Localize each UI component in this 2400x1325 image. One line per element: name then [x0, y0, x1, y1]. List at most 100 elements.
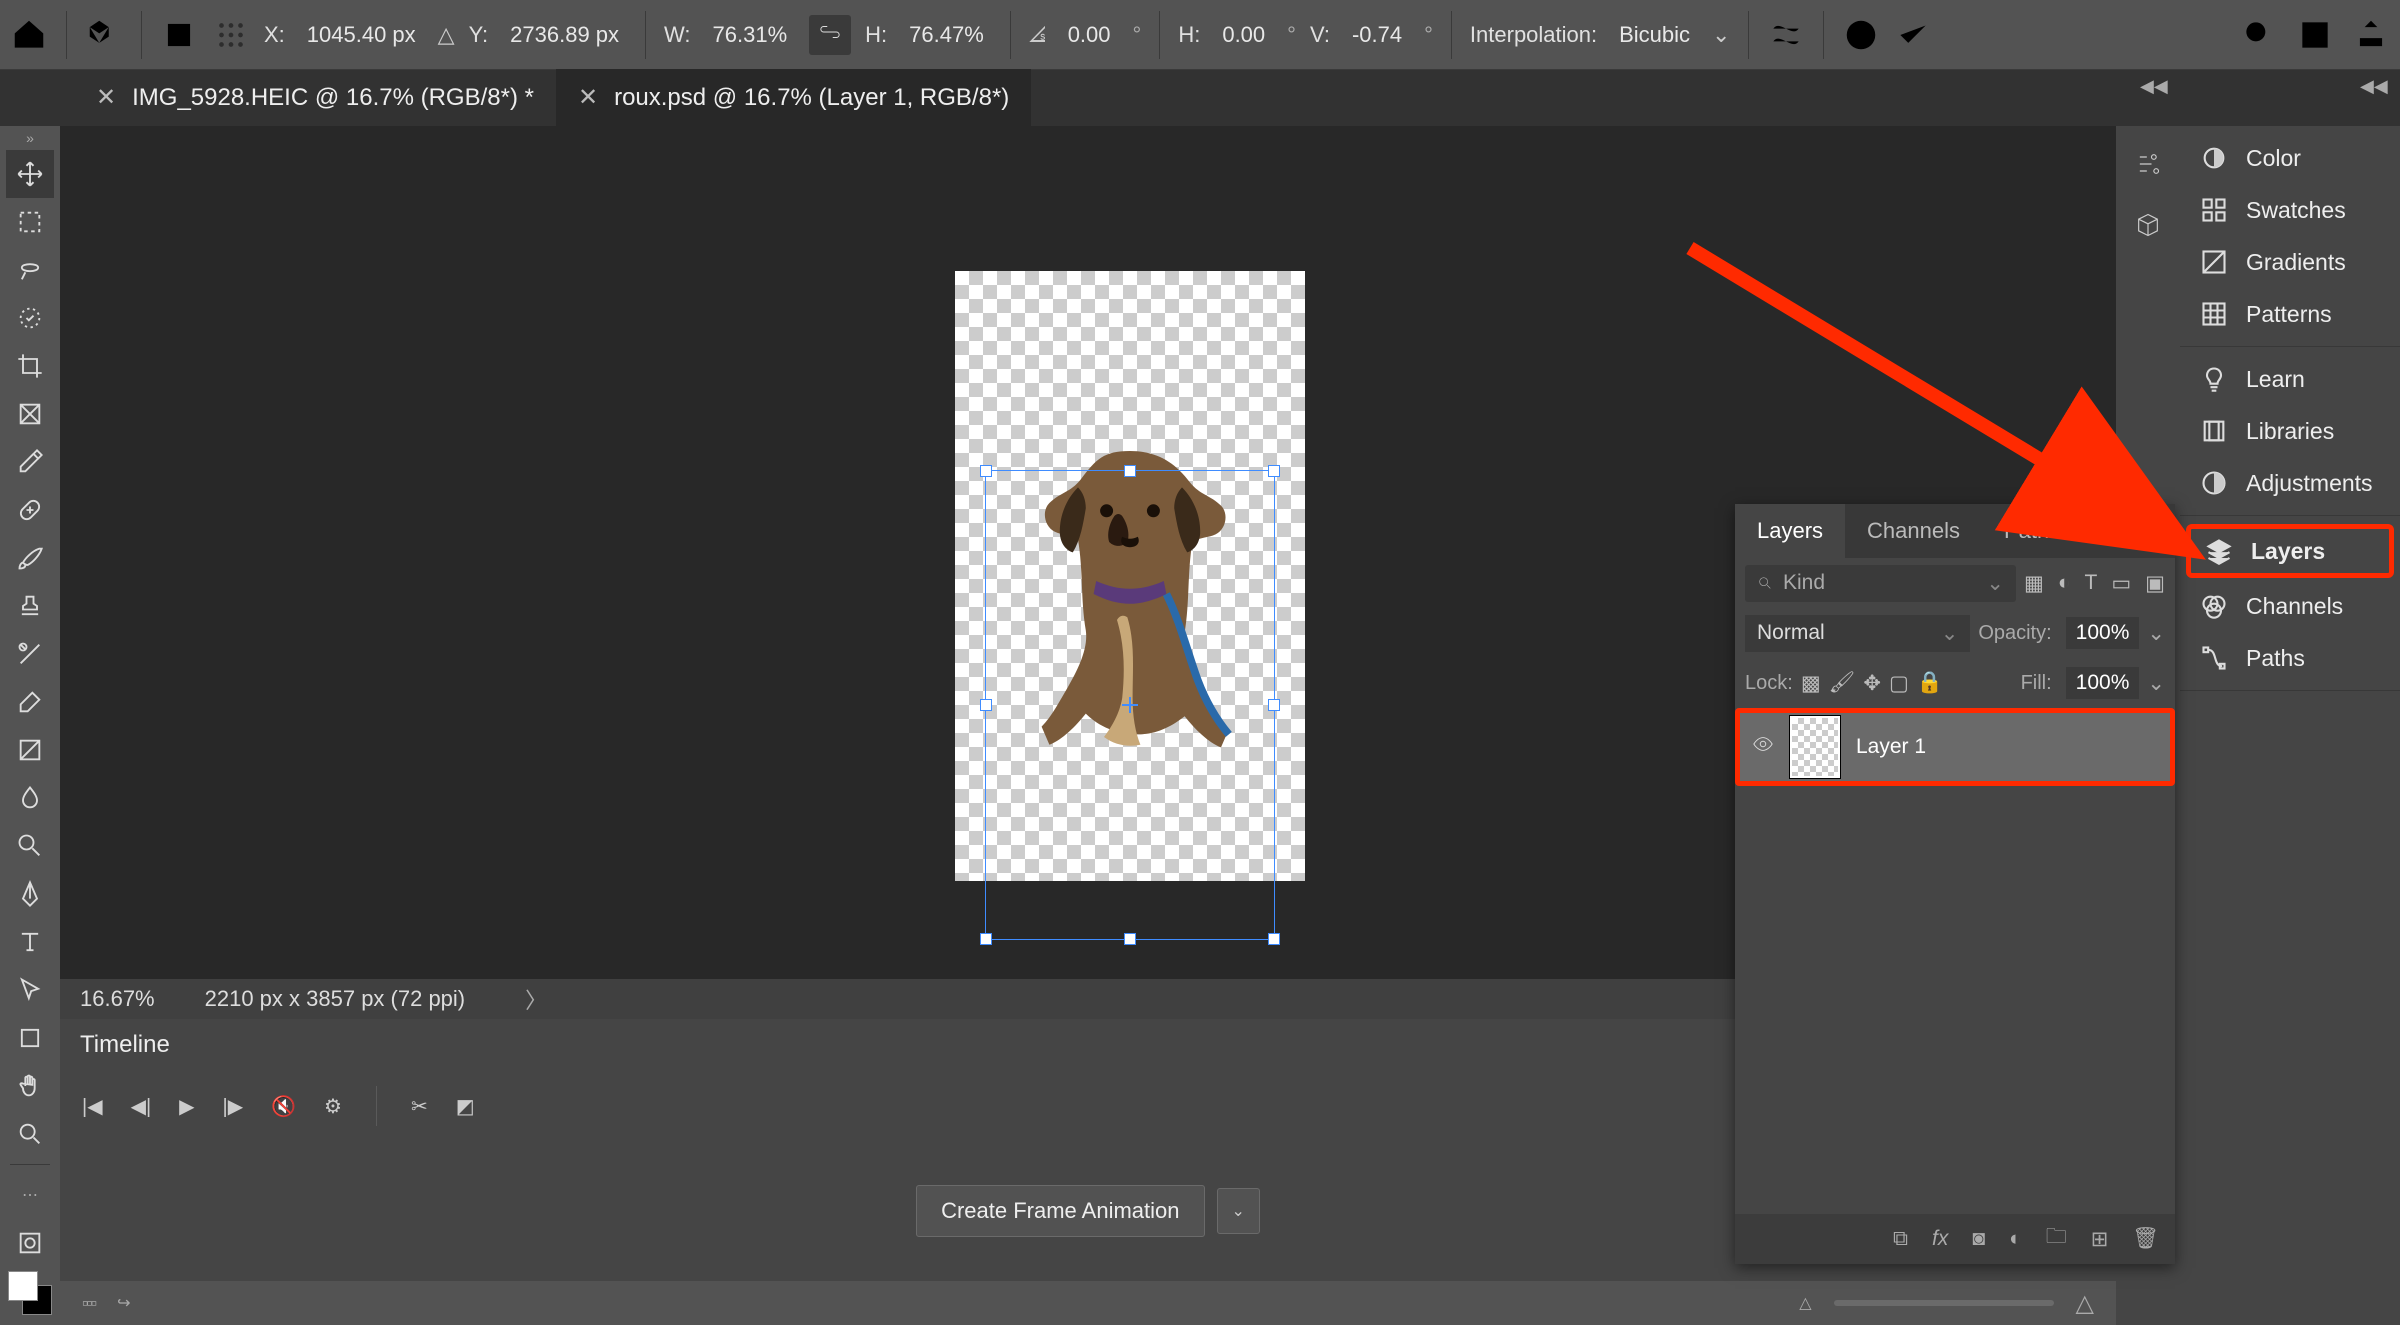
mountain-small-icon[interactable]: △ [1799, 1293, 1811, 1313]
convert-icon[interactable]: ↪ [117, 1293, 130, 1313]
layer-row[interactable]: Layer 1 [1735, 708, 2175, 786]
chevron-down-icon[interactable]: ⌄ [2147, 621, 2165, 646]
lock-transparency-icon[interactable]: ▩ [1801, 671, 1821, 696]
document-tab-2[interactable]: ✕ roux.psd @ 16.7% (Layer 1, RGB/8*) [556, 69, 1031, 126]
warp-icon[interactable] [1767, 16, 1805, 54]
y-value[interactable]: 2736.89 px [502, 18, 627, 52]
fx-icon[interactable]: fx [1932, 1227, 1948, 1251]
panel-item-adjustments[interactable]: Adjustments [2180, 457, 2400, 509]
expand-icon[interactable]: » [2125, 519, 2137, 543]
healing-tool-icon[interactable] [6, 486, 54, 534]
move-tool-icon[interactable] [6, 150, 54, 198]
transform-handle[interactable] [1124, 465, 1136, 477]
chevron-down-icon[interactable]: ⌄ [1217, 1188, 1260, 1234]
next-frame-icon[interactable]: |▶ [223, 1094, 244, 1119]
stamp-tool-icon[interactable] [6, 582, 54, 630]
visibility-icon[interactable] [1752, 733, 1774, 761]
chevron-down-icon[interactable]: ⌄ [1712, 22, 1730, 48]
collapse-icon[interactable]: ◀◀ [2140, 76, 2168, 97]
layer-thumbnail[interactable] [1790, 716, 1840, 778]
zoom-level[interactable]: 16.67% [80, 986, 155, 1012]
transform-handle[interactable] [1124, 933, 1136, 945]
skew-h-value[interactable]: 0.00 [1214, 18, 1273, 52]
share-icon[interactable] [2352, 16, 2390, 54]
cancel-icon[interactable] [1842, 16, 1880, 54]
new-layer-icon[interactable]: ⊞ [2091, 1227, 2109, 1252]
reference-grid-icon[interactable] [212, 16, 250, 54]
first-frame-icon[interactable]: |◀ [82, 1094, 103, 1119]
trash-icon[interactable]: 🗑 [2132, 1227, 2159, 1251]
settings-icon[interactable]: ⚙ [324, 1094, 342, 1119]
layer-name[interactable]: Layer 1 [1856, 735, 1926, 759]
panel-item-swatches[interactable]: Swatches [2180, 184, 2400, 236]
frame-tool-icon[interactable] [6, 390, 54, 438]
lock-position-icon[interactable]: ✥ [1863, 671, 1881, 696]
filter-smart-icon[interactable]: ▣ [2145, 571, 2165, 596]
blur-tool-icon[interactable] [6, 774, 54, 822]
pen-tool-icon[interactable] [6, 870, 54, 918]
tab-close-icon[interactable]: ✕ [96, 83, 116, 112]
transform-handle[interactable] [980, 933, 992, 945]
blend-mode-dropdown[interactable]: Normal⌄ [1745, 615, 1970, 652]
search-icon[interactable] [2240, 16, 2278, 54]
chevron-right-icon[interactable]: 〉 [525, 983, 547, 1015]
tab-channels[interactable]: Channels [1845, 504, 1982, 558]
zoom-slider[interactable] [1834, 1300, 2054, 1306]
history-brush-tool-icon[interactable] [6, 630, 54, 678]
filter-adjust-icon[interactable]: ◐ [2058, 571, 2071, 596]
crop-tool-icon[interactable] [6, 342, 54, 390]
fill-value[interactable]: 100% [2066, 667, 2140, 699]
frames-icon[interactable]: ▫▫▫ [82, 1293, 95, 1314]
ref-triangle-icon[interactable]: △ [438, 22, 455, 48]
zoom-tool-icon[interactable] [6, 1110, 54, 1158]
quick-select-tool-icon[interactable] [6, 294, 54, 342]
play-icon[interactable]: ▶ [179, 1094, 194, 1119]
filter-kind-dropdown[interactable]: Kind ⌄ [1745, 565, 2016, 602]
panel-item-layers[interactable]: Layers [2186, 524, 2394, 578]
create-frame-animation-button[interactable]: Create Frame Animation [916, 1185, 1204, 1237]
commit-icon[interactable] [1894, 16, 1932, 54]
h-value[interactable]: 76.47% [901, 18, 992, 52]
transition-icon[interactable]: ◩ [456, 1094, 475, 1119]
prev-frame-icon[interactable]: ◀| [131, 1094, 152, 1119]
transform-mode-icon[interactable] [85, 16, 123, 54]
transform-center-icon[interactable] [1122, 697, 1138, 713]
edit-toolbar-icon[interactable]: ⋯ [6, 1171, 54, 1219]
quickmask-icon[interactable] [6, 1219, 54, 1267]
adjustment-layer-icon[interactable]: ◐ [2009, 1227, 2022, 1251]
lock-all-icon[interactable]: 🔒 [1917, 671, 1943, 695]
layers-panel[interactable]: Layers Channels Paths »≡ Kind ⌄ ▦ ◐ T ▭ … [1735, 504, 2175, 1264]
tab-layers[interactable]: Layers [1735, 504, 1845, 558]
shape-tool-icon[interactable] [6, 1014, 54, 1062]
panel-item-gradients[interactable]: Gradients [2180, 236, 2400, 288]
panel-item-paths[interactable]: Paths [2180, 632, 2400, 684]
color-swatches[interactable] [8, 1271, 52, 1315]
marquee-tool-icon[interactable] [6, 198, 54, 246]
filter-type-icon[interactable]: T [2084, 571, 2097, 596]
mute-icon[interactable]: 🔇 [271, 1094, 296, 1119]
opacity-value[interactable]: 100% [2066, 617, 2140, 649]
workspace-icon[interactable] [2296, 16, 2334, 54]
transform-handle[interactable] [980, 465, 992, 477]
transform-handle[interactable] [1268, 699, 1280, 711]
chevron-down-icon[interactable]: ⌄ [2147, 671, 2165, 696]
tab-paths[interactable]: Paths [1982, 504, 2082, 558]
panel-item-patterns[interactable]: Patterns [2180, 288, 2400, 340]
dodge-tool-icon[interactable] [6, 822, 54, 870]
lock-artboard-icon[interactable]: ▢ [1889, 671, 1909, 696]
lock-paint-icon[interactable]: 🖌 [1829, 671, 1856, 695]
transform-bounding-box[interactable] [985, 470, 1275, 940]
mask-icon[interactable]: ◙ [1972, 1227, 1985, 1251]
document-tab-1[interactable]: ✕ IMG_5928.HEIC @ 16.7% (RGB/8*) * [74, 69, 556, 126]
skew-v-value[interactable]: -0.74 [1344, 18, 1410, 52]
home-icon[interactable] [10, 16, 48, 54]
eraser-tool-icon[interactable] [6, 678, 54, 726]
transform-handle[interactable] [1268, 465, 1280, 477]
transform-handle[interactable] [1268, 933, 1280, 945]
hand-tool-icon[interactable] [6, 1062, 54, 1110]
interp-value[interactable]: Bicubic [1611, 18, 1698, 52]
path-select-tool-icon[interactable] [6, 966, 54, 1014]
eyedropper-tool-icon[interactable] [6, 438, 54, 486]
panel-item-channels[interactable]: Channels [2180, 580, 2400, 632]
reference-point-icon[interactable] [160, 16, 198, 54]
